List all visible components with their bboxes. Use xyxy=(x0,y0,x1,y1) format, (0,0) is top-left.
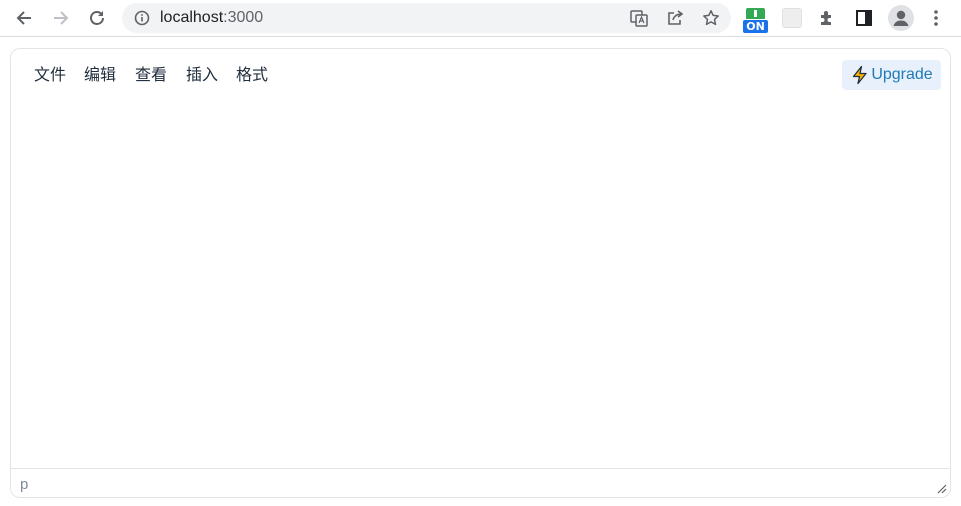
browser-menu-button[interactable] xyxy=(921,3,951,33)
menu-edit[interactable]: 编辑 xyxy=(82,66,118,86)
url-text[interactable]: localhost:3000 xyxy=(160,9,263,27)
url-port: :3000 xyxy=(223,9,264,26)
star-icon[interactable] xyxy=(700,7,722,29)
extension-icon[interactable] xyxy=(782,8,802,28)
upgrade-label: Upgrade xyxy=(871,66,933,83)
profile-icon[interactable] xyxy=(888,5,914,31)
reload-button[interactable] xyxy=(82,3,112,33)
address-bar[interactable]: localhost:3000 xyxy=(122,3,731,33)
editor-menubar: 文件 编辑 查看 插入 格式 Upgrade xyxy=(11,49,950,103)
extensions-button[interactable] xyxy=(812,3,842,33)
arrow-right-icon xyxy=(54,11,69,25)
back-button[interactable] xyxy=(9,3,39,33)
upgrade-button[interactable]: Upgrade xyxy=(842,60,941,90)
arrow-left-icon xyxy=(16,11,31,25)
editor-statusbar: p xyxy=(11,468,950,497)
url-host: localhost xyxy=(160,9,224,26)
extension-badge: ON xyxy=(743,20,768,33)
element-path[interactable]: p xyxy=(20,476,28,494)
lightning-icon xyxy=(853,65,867,85)
forward-button[interactable] xyxy=(46,3,76,33)
translate-icon[interactable] xyxy=(628,7,650,29)
info-circle-icon[interactable] xyxy=(132,8,152,28)
kebab-menu-icon xyxy=(934,10,938,26)
editor-content-area[interactable] xyxy=(11,103,950,469)
side-panel-icon xyxy=(856,10,872,26)
resize-handle-icon[interactable] xyxy=(935,482,947,494)
menu-view[interactable]: 查看 xyxy=(133,66,169,86)
browser-toolbar: localhost:3000 ON xyxy=(0,0,961,37)
menu-insert[interactable]: 插入 xyxy=(184,66,220,86)
side-panel-button[interactable] xyxy=(849,3,879,33)
reload-icon xyxy=(90,11,104,25)
puzzle-icon xyxy=(821,11,831,25)
share-icon[interactable] xyxy=(664,7,686,29)
menu-file[interactable]: 文件 xyxy=(32,66,68,86)
rich-text-editor: 文件 编辑 查看 插入 格式 Upgrade p xyxy=(10,48,951,498)
menu-format[interactable]: 格式 xyxy=(234,66,270,86)
extension-on-icon[interactable]: ON xyxy=(743,8,768,33)
